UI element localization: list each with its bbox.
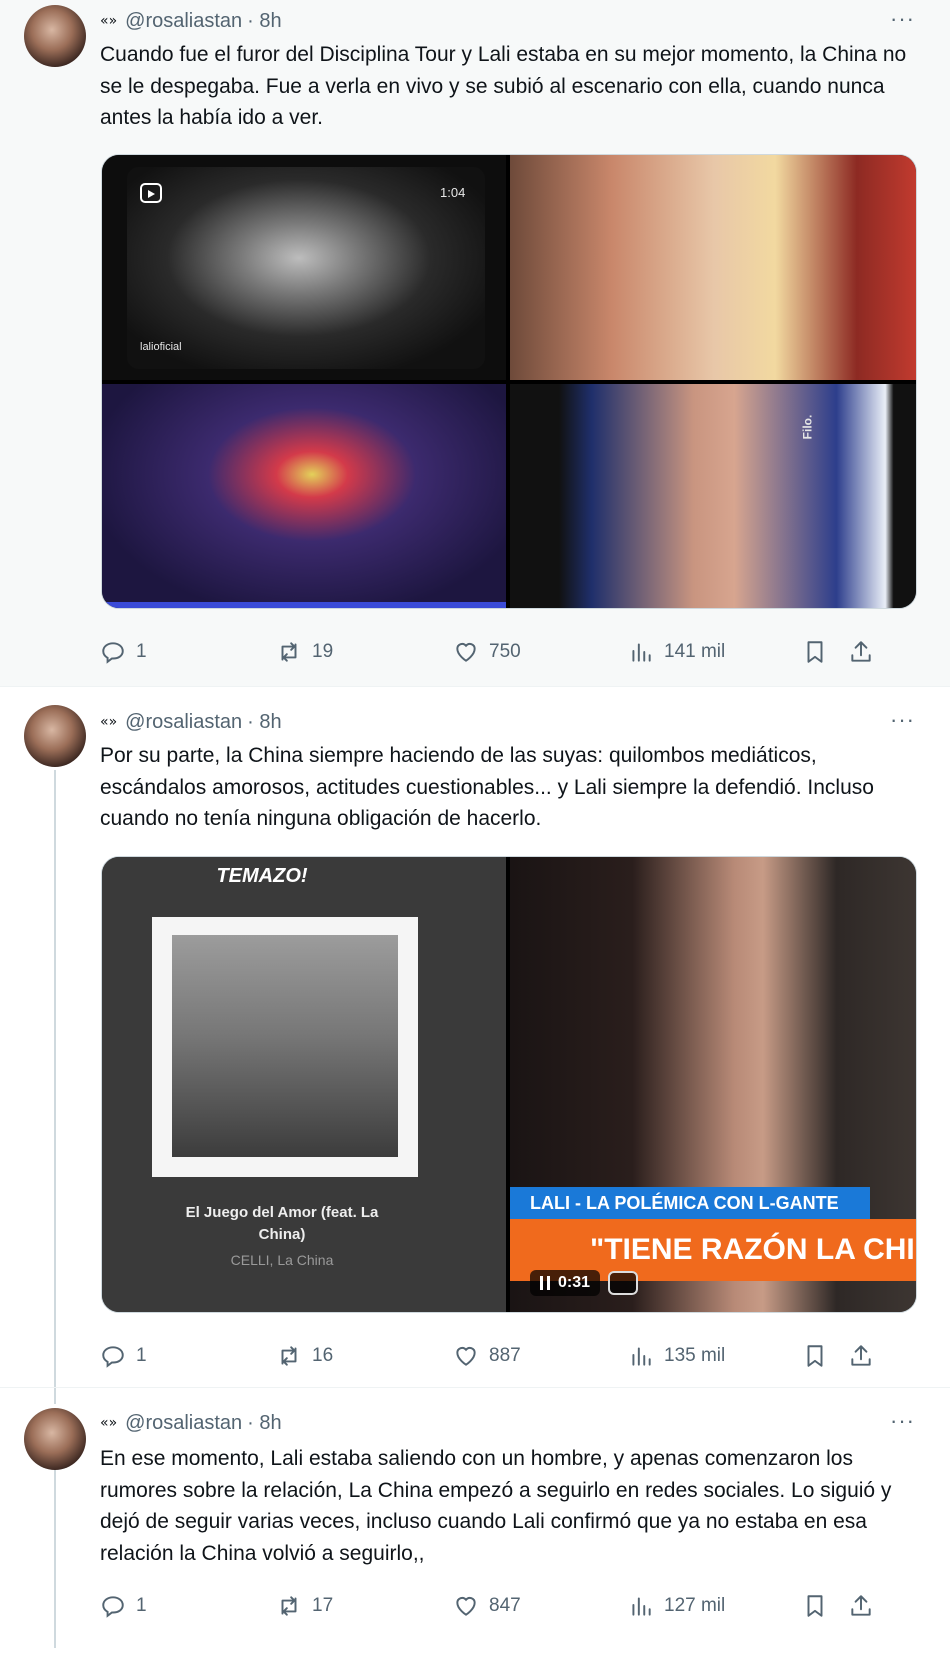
handle-symbol: «» [100,13,118,29]
views-button[interactable]: 127 mil [628,1591,725,1621]
views-count: 127 mil [664,1595,726,1616]
views-button[interactable]: 141 mil [628,637,725,667]
views-button[interactable]: 135 mil [628,1341,725,1371]
user-handle[interactable]: @rosaliastan [125,1412,242,1435]
reply-button[interactable]: 1 [100,1591,147,1621]
views-icon [632,643,651,662]
user-avatar[interactable] [24,5,86,67]
reply-button[interactable]: 1 [100,637,147,667]
song-artists: CELLI, La China [230,1252,334,1268]
views-icon [632,1597,651,1616]
reply-icon [102,1596,124,1618]
bookmark-button[interactable] [802,637,828,667]
bookmark-button[interactable] [802,1591,828,1621]
tweet-text: En ese momento, Lali estaba saliendo con… [100,1447,892,1565]
like-icon [456,642,476,662]
media-video-thumbnail[interactable]: LALI - LA POLÉMICA CON L-GANTE "TIENE RA… [510,857,916,1312]
share-icon [851,641,871,662]
tweet-actions: 1 17 847 127 mil [100,1591,920,1621]
song-title: El Juego del Amor (feat. La China) [185,1204,379,1243]
media-grid[interactable]: TEMAZO! El Juego del Amor (feat. La Chin… [101,856,917,1313]
tweet[interactable]: «» @rosaliastan · 8h ··· Por su parte, l… [0,687,950,1387]
media-photo[interactable] [510,155,916,380]
repost-count: 19 [312,641,334,662]
repost-button[interactable]: 19 [276,637,333,667]
captions-icon[interactable] [608,1271,639,1295]
like-icon [456,1346,476,1366]
album-cover [152,917,418,1177]
media-video-thumbnail[interactable]: 1:04 lalioficial [102,155,506,380]
video-controls[interactable]: 0:31 [530,1267,639,1299]
watermark: lalioficial [140,341,182,353]
like-count: 847 [489,1595,521,1616]
video-frame [127,167,485,369]
like-count: 887 [489,1345,521,1366]
like-button[interactable]: 887 [453,1341,521,1371]
repost-button[interactable]: 17 [276,1591,333,1621]
tweet-actions: 1 16 887 135 mil [100,1341,920,1371]
user-avatar[interactable] [24,1408,86,1470]
pause-button[interactable]: 0:31 [530,1270,601,1296]
share-icon [851,1345,871,1366]
tweet-time[interactable]: · 8h [247,1412,281,1435]
views-count: 141 mil [664,641,726,662]
more-options-icon[interactable]: ··· [890,707,915,733]
repost-icon [281,642,297,662]
reply-icon [102,1346,124,1368]
more-options-icon[interactable]: ··· [890,1408,915,1434]
tv-lower-third: LALI - LA POLÉMICA CON L-GANTE [510,1187,870,1219]
video-time: 0:31 [558,1274,591,1291]
reply-count: 1 [136,1345,147,1366]
tweet-actions: 1 19 750 141 mil [100,637,920,667]
views-count: 135 mil [664,1345,726,1366]
tweet-header: «» @rosaliastan · 8h [100,709,282,735]
repost-count: 16 [312,1345,334,1366]
like-count: 750 [489,641,521,662]
repost-button[interactable]: 16 [276,1341,333,1371]
reply-button[interactable]: 1 [100,1341,147,1371]
bookmark-icon [807,641,823,663]
handle-symbol: «» [100,714,118,730]
banner-text: TEMAZO! [216,865,308,887]
user-handle[interactable]: @rosaliastan [125,10,242,33]
bookmark-icon [807,1345,823,1367]
tweet-time[interactable]: · 8h [247,10,281,33]
pause-icon [540,1276,550,1290]
stage-light [102,602,506,608]
like-button[interactable]: 847 [453,1591,521,1621]
repost-count: 17 [312,1595,334,1616]
reply-count: 1 [136,641,147,662]
media-photo[interactable]: Filo. [510,384,916,608]
tweet-text: Por su parte, la China siempre haciendo … [100,744,874,830]
share-button[interactable] [848,637,874,667]
repost-icon [281,1346,297,1366]
user-avatar[interactable] [24,705,86,767]
user-handle[interactable]: @rosaliastan [125,711,242,734]
repost-icon [281,1596,297,1616]
reply-icon [102,642,124,664]
views-icon [632,1347,651,1366]
bookmark-icon [807,1595,823,1617]
tweet-text: Cuando fue el furor del Disciplina Tour … [100,43,907,129]
bookmark-button[interactable] [802,1341,828,1371]
share-button[interactable] [848,1591,874,1621]
tweet[interactable]: «» @rosaliastan · 8h ··· En ese momento,… [0,1388,950,1659]
share-button[interactable] [848,1341,874,1371]
video-duration: 1:04 [440,185,466,200]
like-icon [456,1596,476,1616]
side-text: Filo. [800,414,815,440]
like-button[interactable]: 750 [453,637,521,667]
tweet-header: «» @rosaliastan · 8h [100,1410,282,1436]
media-photo[interactable]: TEMAZO! El Juego del Amor (feat. La Chin… [102,857,506,1312]
reply-count: 1 [136,1595,147,1616]
tweet[interactable]: «» @rosaliastan · 8h ··· Cuando fue el f… [0,0,950,686]
handle-symbol: «» [100,1415,118,1431]
media-grid[interactable]: 1:04 lalioficial Filo. [101,154,917,609]
more-options-icon[interactable]: ··· [890,6,915,32]
reel-icon [140,183,162,203]
share-icon [851,1595,871,1616]
media-photo[interactable] [102,384,506,608]
tweet-header: «» @rosaliastan · 8h [100,8,282,34]
tweet-time[interactable]: · 8h [247,711,281,734]
